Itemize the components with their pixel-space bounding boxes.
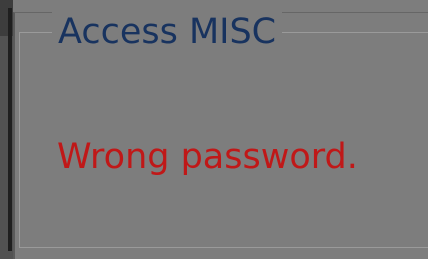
access-misc-title: Access MISC bbox=[52, 11, 283, 53]
left-window-border bbox=[8, 8, 12, 251]
wrong-password-message: Wrong password. bbox=[57, 137, 358, 177]
access-misc-screen: Access MISC Wrong password. bbox=[0, 0, 428, 259]
